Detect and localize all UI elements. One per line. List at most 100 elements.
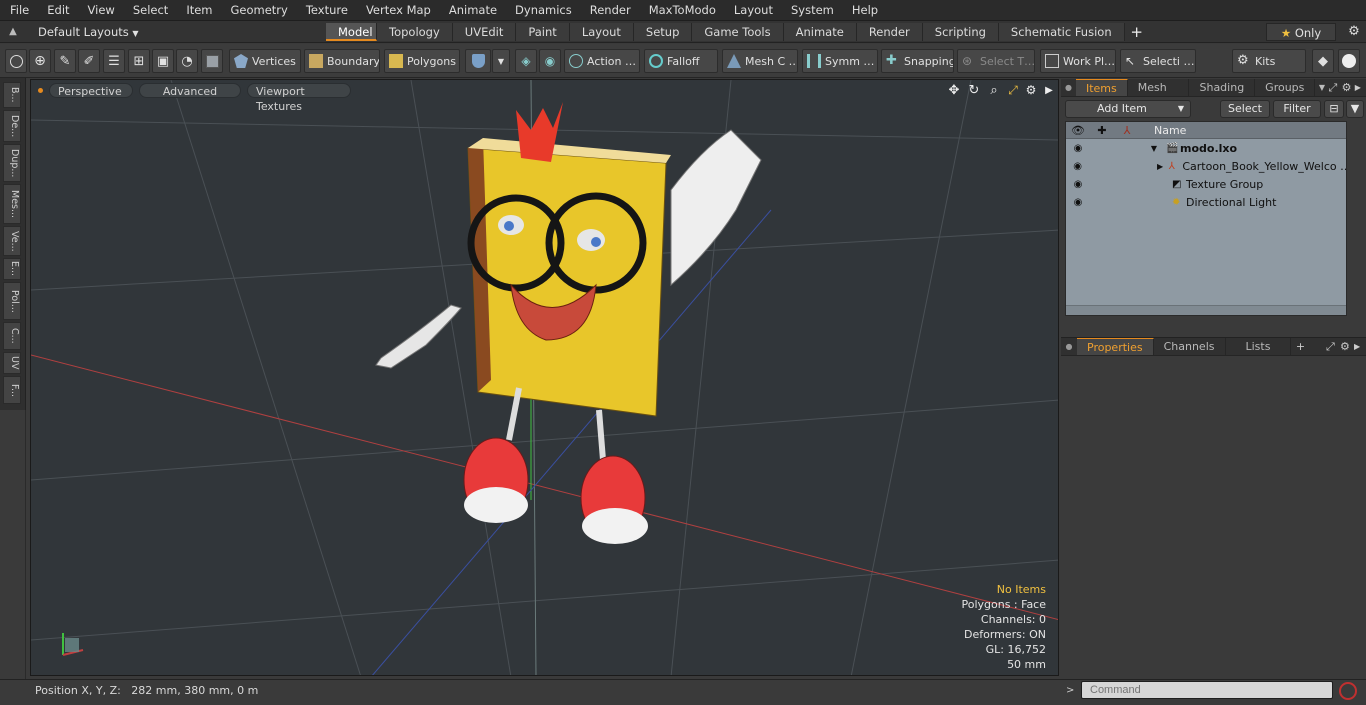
- kits-button[interactable]: ⚙ Kits: [1232, 49, 1306, 73]
- visibility-eye-icon[interactable]: ◉: [1066, 179, 1090, 190]
- collapse-button[interactable]: ⊟: [1324, 100, 1344, 118]
- viewport-textures-button[interactable]: Viewport Textures: [247, 82, 351, 113]
- snapping-button[interactable]: ✚ Snapping: [881, 49, 954, 73]
- perspective-button[interactable]: Perspective: [49, 82, 133, 98]
- tab-lists[interactable]: Lists: [1226, 338, 1292, 355]
- menu-texture[interactable]: Texture: [296, 0, 356, 21]
- tab-setup[interactable]: Setup: [633, 22, 693, 41]
- only-toggle[interactable]: ★ Only: [1266, 22, 1336, 41]
- axis-header-icon[interactable]: ⅄: [1114, 124, 1140, 137]
- menu-layout[interactable]: Layout: [724, 0, 781, 21]
- add-tab-button[interactable]: +: [1291, 338, 1309, 355]
- expand-panel-icon[interactable]: ⤢: [1326, 338, 1340, 355]
- menu-select[interactable]: Select: [123, 0, 176, 21]
- pan-icon[interactable]: ✥: [944, 83, 964, 98]
- tab-groups[interactable]: Groups: [1255, 79, 1316, 96]
- left-tab-duplicate[interactable]: Dup...: [3, 144, 21, 182]
- play-icon[interactable]: ▶: [1040, 85, 1058, 96]
- align-tool-button[interactable]: ☰: [103, 49, 125, 73]
- collapse-arrow-icon[interactable]: ▼: [1142, 144, 1166, 153]
- menu-maxtomodo[interactable]: MaxToModo: [639, 0, 724, 21]
- visibility-eye-icon[interactable]: ◉: [1066, 197, 1090, 208]
- maximize-icon[interactable]: ⤢: [1004, 83, 1022, 98]
- brush-tool-button[interactable]: ✐: [78, 49, 100, 73]
- select-button[interactable]: Select: [1220, 100, 1270, 118]
- viewport-gear-icon[interactable]: ⚙: [1022, 83, 1040, 97]
- panel-menu-icon[interactable]: ▶: [1354, 338, 1366, 355]
- tab-channels[interactable]: Channels: [1154, 338, 1226, 355]
- boundary-mode-button[interactable]: Boundary: [304, 49, 380, 73]
- tab-shading[interactable]: Shading: [1189, 79, 1256, 96]
- action-center-button[interactable]: Action …: [564, 49, 640, 73]
- chevron-down-icon[interactable]: ▼: [1315, 79, 1328, 96]
- material-mode-button[interactable]: [465, 49, 491, 73]
- menu-system[interactable]: System: [781, 0, 842, 21]
- globe-select-button[interactable]: ⊕: [29, 49, 51, 73]
- tab-render[interactable]: Render: [856, 22, 923, 41]
- filter-button[interactable]: Filter: [1273, 100, 1321, 118]
- left-tab-deform[interactable]: De...: [3, 110, 21, 142]
- left-tab-edge[interactable]: E...: [3, 258, 21, 280]
- item-row-scene[interactable]: ◉ ▼ 🎬 modo.lxo: [1066, 139, 1346, 157]
- panel-menu-icon[interactable]: ▶: [1355, 79, 1366, 96]
- tab-scripting[interactable]: Scripting: [922, 22, 999, 41]
- circle-select-button[interactable]: [5, 49, 27, 73]
- panel-gear-icon[interactable]: ⚙: [1342, 79, 1355, 96]
- visibility-eye-icon[interactable]: ◉: [1066, 161, 1089, 172]
- polygons-mode-button[interactable]: Polygons: [384, 49, 460, 73]
- visibility-eye-icon[interactable]: ◉: [1066, 143, 1090, 154]
- tab-layout[interactable]: Layout: [569, 22, 634, 41]
- menu-help[interactable]: Help: [842, 0, 886, 21]
- mesh-constraint-button[interactable]: Mesh C …: [722, 49, 798, 73]
- expand-panel-icon[interactable]: ⤢: [1329, 79, 1342, 96]
- lock-header-icon[interactable]: ✚: [1090, 124, 1114, 137]
- item-row-texture-group[interactable]: ◉ ◩ Texture Group: [1066, 175, 1346, 193]
- falloff-button[interactable]: Falloff: [644, 49, 718, 73]
- default-layouts-dropdown[interactable]: Default Layouts ▼: [26, 25, 326, 39]
- zoom-icon[interactable]: ⌕: [984, 83, 1004, 98]
- add-item-button[interactable]: Add Item ▼: [1065, 100, 1191, 118]
- item-mode-button[interactable]: [201, 49, 223, 73]
- add-tab-button[interactable]: +: [1125, 23, 1149, 41]
- panel-gear-icon[interactable]: ⚙: [1340, 338, 1354, 355]
- work-plane-button[interactable]: Work Pl…: [1040, 49, 1116, 73]
- menu-render[interactable]: Render: [580, 0, 639, 21]
- left-tab-curve[interactable]: C...: [3, 322, 21, 350]
- item-row-directional-light[interactable]: ◉ ✹ Directional Light: [1066, 193, 1346, 211]
- snap-a-button[interactable]: ◈: [515, 49, 537, 73]
- item-row-mesh[interactable]: ◉ ▶ ⅄ Cartoon_Book_Yellow_Welco …: [1066, 157, 1346, 175]
- frame-tool-button[interactable]: ▣: [152, 49, 174, 73]
- expand-arrow-icon[interactable]: ▶: [1151, 162, 1168, 171]
- unity-button[interactable]: ◆: [1312, 49, 1334, 73]
- menu-animate[interactable]: Animate: [439, 0, 505, 21]
- tab-animate[interactable]: Animate: [783, 22, 857, 41]
- unreal-button[interactable]: [1338, 49, 1360, 73]
- funnel-button[interactable]: ▼: [1346, 100, 1364, 118]
- tab-uvedit[interactable]: UVEdit: [452, 22, 517, 41]
- selection-sets-button[interactable]: ↖ Selecti …: [1120, 49, 1196, 73]
- left-tab-fusion[interactable]: F...: [3, 376, 21, 404]
- center-tool-button[interactable]: ⊞: [128, 49, 150, 73]
- left-tab-vertex[interactable]: Ve...: [3, 226, 21, 256]
- 3d-viewport[interactable]: Perspective Advanced Viewport Textures ✥…: [30, 79, 1059, 676]
- tab-paint[interactable]: Paint: [516, 22, 570, 41]
- rotate-icon[interactable]: ↻: [964, 83, 984, 98]
- left-tab-mesh-edit[interactable]: Mes...: [3, 184, 21, 224]
- item-list-scrollbar[interactable]: [1066, 305, 1346, 315]
- tab-properties[interactable]: Properties: [1077, 338, 1154, 355]
- tab-mesh[interactable]: Mesh …: [1128, 79, 1190, 111]
- layout-up-icon[interactable]: ▲: [0, 26, 26, 37]
- left-tab-basic[interactable]: B...: [3, 82, 21, 108]
- tab-schematic-fusion[interactable]: Schematic Fusion: [998, 22, 1125, 41]
- menu-vertex-map[interactable]: Vertex Map: [356, 0, 439, 21]
- menu-item[interactable]: Item: [176, 0, 220, 21]
- visibility-header-icon[interactable]: 👁: [1066, 124, 1090, 137]
- tab-game-tools[interactable]: Game Tools: [692, 22, 784, 41]
- menu-file[interactable]: File: [0, 0, 37, 21]
- material-dropdown-button[interactable]: ▼: [492, 49, 510, 73]
- tab-topology[interactable]: Topology: [377, 22, 453, 41]
- symmetry-button[interactable]: Symm …: [802, 49, 878, 73]
- vertices-mode-button[interactable]: Vertices: [229, 49, 301, 73]
- clock-tool-button[interactable]: ◔: [176, 49, 198, 73]
- tab-items[interactable]: Items: [1075, 79, 1128, 96]
